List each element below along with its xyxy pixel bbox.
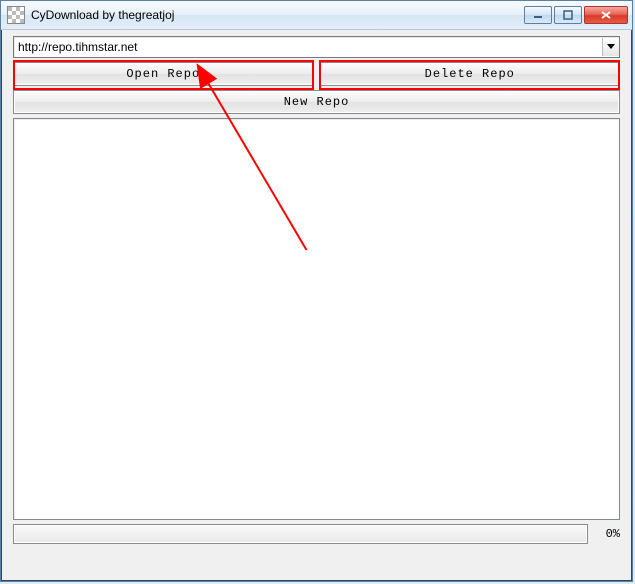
open-repo-label: Open Repo bbox=[126, 67, 200, 81]
maximize-icon bbox=[563, 10, 573, 20]
minimize-button[interactable] bbox=[524, 6, 552, 24]
package-list[interactable] bbox=[13, 118, 620, 520]
app-icon bbox=[7, 6, 25, 24]
progress-percent: 0% bbox=[594, 524, 620, 544]
delete-repo-button[interactable]: Delete Repo bbox=[320, 62, 621, 86]
repo-url-dropdown-button[interactable] bbox=[602, 38, 619, 56]
delete-repo-label: Delete Repo bbox=[425, 67, 515, 81]
repo-url-combobox[interactable] bbox=[13, 36, 620, 58]
app-window: CyDownload by thegreatjoj bbox=[0, 0, 633, 582]
open-repo-button[interactable]: Open Repo bbox=[13, 62, 314, 86]
minimize-icon bbox=[533, 10, 543, 20]
new-repo-label: New Repo bbox=[284, 95, 350, 109]
new-repo-button[interactable]: New Repo bbox=[13, 90, 620, 114]
maximize-button[interactable] bbox=[554, 6, 582, 24]
close-icon bbox=[600, 10, 612, 20]
window-controls bbox=[524, 6, 628, 24]
progress-bar bbox=[13, 524, 588, 544]
close-button[interactable] bbox=[584, 6, 628, 24]
title-bar: CyDownload by thegreatjoj bbox=[1, 1, 632, 30]
chevron-down-icon bbox=[607, 44, 615, 50]
repo-url-input[interactable] bbox=[14, 38, 602, 56]
client-area: Open Repo Delete Repo New Repo 0% bbox=[7, 30, 626, 575]
window-title: CyDownload by thegreatjoj bbox=[31, 8, 524, 22]
